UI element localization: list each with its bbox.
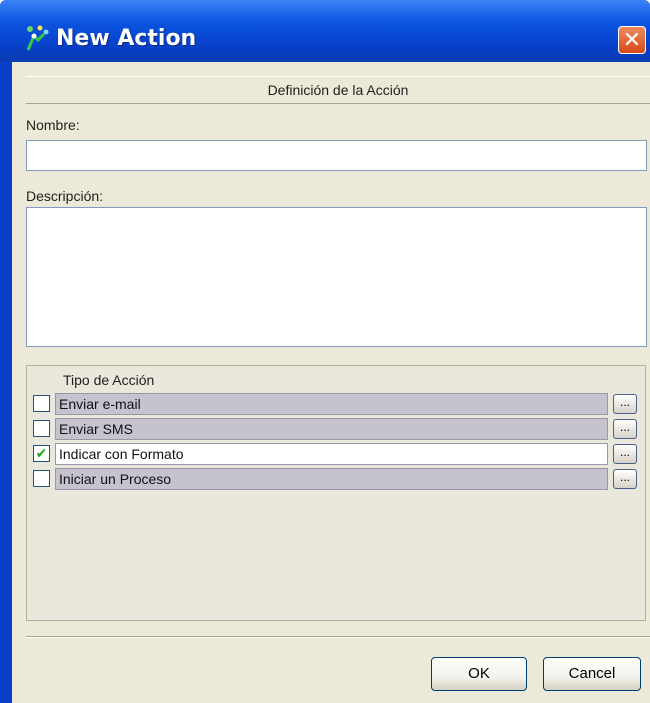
checkbox-email[interactable] <box>33 395 50 412</box>
app-icon <box>26 25 49 51</box>
checkbox-sms[interactable] <box>33 420 50 437</box>
action-config-button-sms[interactable]: ... <box>613 419 637 439</box>
action-config-button-process[interactable]: ... <box>613 469 637 489</box>
action-row-process[interactable]: Iniciar un Proceso ... <box>31 467 641 491</box>
action-label-email[interactable]: Enviar e-mail <box>55 393 608 415</box>
action-config-button-format[interactable]: ... <box>613 444 637 464</box>
action-config-button-email[interactable]: ... <box>613 394 637 414</box>
description-textarea[interactable] <box>26 207 647 347</box>
footer-divider <box>26 636 650 638</box>
action-label-format[interactable]: Indicar con Formato <box>55 443 608 465</box>
checkbox-process[interactable] <box>33 470 50 487</box>
close-button[interactable]: ✕ <box>618 26 646 54</box>
action-row-sms[interactable]: Enviar SMS ... <box>31 417 641 441</box>
action-type-panel: Tipo de Acción Enviar e-mail ... Enviar … <box>26 365 646 621</box>
close-icon: ✕ <box>622 27 642 52</box>
name-input[interactable] <box>26 140 647 171</box>
action-row-email[interactable]: Enviar e-mail ... <box>31 392 641 416</box>
window-title: New Action <box>56 26 197 51</box>
cancel-button[interactable]: Cancel <box>543 657 641 691</box>
action-label-sms[interactable]: Enviar SMS <box>55 418 608 440</box>
checkbox-format[interactable]: ✔ <box>33 445 50 462</box>
action-label-process[interactable]: Iniciar un Proceso <box>55 468 608 490</box>
name-label: Nombre: <box>26 117 80 133</box>
section-header: Definición de la Acción <box>26 76 650 104</box>
action-row-format[interactable]: ✔ Indicar con Formato ... <box>31 442 641 466</box>
description-label: Descripción: <box>26 188 104 204</box>
title-bar[interactable]: New Action ✕ <box>0 0 650 62</box>
checkmark-icon: ✔ <box>35 445 48 461</box>
dialog-body: Definición de la Acción Nombre: Descripc… <box>12 62 650 703</box>
ok-button[interactable]: OK <box>431 657 527 691</box>
action-type-header: Tipo de Acción <box>63 372 155 388</box>
dialog-window: New Action ✕ Definición de la Acción Nom… <box>0 0 650 703</box>
